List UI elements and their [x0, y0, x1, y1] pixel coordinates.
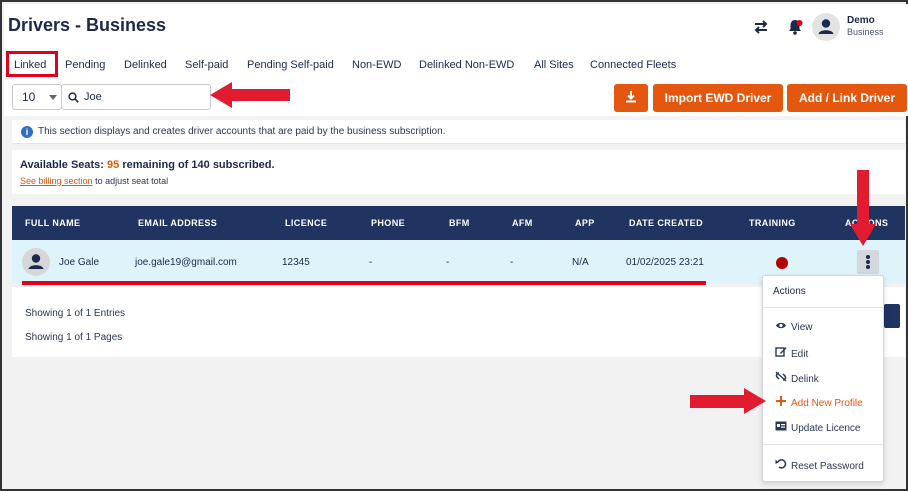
search-arrow-annotation-shaft: [232, 89, 290, 101]
add-profile-arrow-annotation-shaft: [690, 395, 746, 408]
actions-arrow-annotation-head: [850, 224, 876, 246]
actions-menu: Actions View Edit Delink Add New Profile: [762, 275, 884, 482]
menu-item-label: Edit: [791, 349, 809, 360]
import-ewd-driver-button[interactable]: Import EWD Driver: [653, 84, 783, 112]
menu-item-label: Delink: [791, 374, 819, 385]
search-icon: [68, 92, 79, 103]
plus-icon: [773, 396, 789, 409]
cell-app: N/A: [572, 257, 589, 268]
add-link-driver-button[interactable]: Add / Link Driver: [787, 84, 907, 112]
table-header: FULL NAME EMAIL ADDRESS LICENCE PHONE BF…: [12, 206, 905, 240]
training-status-dot: [776, 257, 788, 269]
unlink-icon: [773, 371, 789, 385]
tab-self-paid[interactable]: Self-paid: [185, 59, 228, 71]
cell-email: joe.gale19@gmail.com: [135, 257, 237, 268]
user-name: Demo: [847, 15, 875, 26]
column-app[interactable]: APP: [575, 218, 595, 228]
user-avatar-icon: [818, 19, 834, 34]
column-phone[interactable]: PHONE: [371, 218, 405, 228]
entries-summary: Showing 1 of 1 Entries: [25, 308, 126, 319]
info-banner: i This section displays and creates driv…: [12, 120, 905, 144]
bell-icon[interactable]: [786, 18, 804, 36]
info-icon: i: [21, 126, 33, 138]
menu-divider: [763, 444, 883, 445]
page-size-select[interactable]: 10: [12, 84, 62, 110]
caret-down-icon: [49, 95, 57, 100]
column-bfm[interactable]: BFM: [449, 218, 470, 228]
seats-panel: Available Seats: 95 remaining of 140 sub…: [12, 150, 905, 194]
column-full-name[interactable]: FULL NAME: [25, 218, 80, 228]
tab-linked[interactable]: Linked: [14, 59, 46, 71]
menu-item-edit[interactable]: Edit: [773, 346, 808, 360]
undo-icon: [773, 458, 789, 472]
column-afm[interactable]: AFM: [512, 218, 533, 228]
user-avatar-icon: [28, 254, 44, 269]
cell-full-name[interactable]: Joe Gale: [59, 257, 99, 268]
edit-icon: [773, 346, 789, 360]
billing-hint-text: to adjust seat total: [95, 176, 169, 186]
billing-hint: See billing section to adjust seat total: [20, 176, 168, 186]
menu-item-label: Reset Password: [791, 461, 864, 472]
tab-connected-fleets[interactable]: Connected Fleets: [590, 59, 676, 71]
eye-icon: [773, 321, 789, 333]
page-title: Drivers - Business: [8, 15, 167, 35]
menu-item-delink[interactable]: Delink: [773, 371, 819, 385]
cell-phone: -: [369, 257, 373, 268]
cell-date-created: 01/02/2025 23:21: [626, 257, 704, 268]
row-actions-button[interactable]: [857, 250, 879, 274]
menu-item-label: View: [791, 322, 813, 333]
kebab-dot: [866, 265, 870, 269]
actions-menu-title: Actions: [773, 286, 806, 297]
tab-non-ewd[interactable]: Non-EWD: [352, 59, 402, 71]
top-bar: Drivers - Business Demo Business: [4, 4, 908, 48]
kebab-dot: [866, 255, 870, 259]
billing-section-link[interactable]: See billing section: [20, 176, 93, 186]
column-training[interactable]: TRAINING: [749, 218, 796, 228]
actions-arrow-annotation-shaft: [857, 170, 869, 226]
tab-delinked-non-ewd[interactable]: Delinked Non-EWD: [419, 59, 514, 71]
pages-summary: Showing 1 of 1 Pages: [25, 332, 123, 343]
seats-remaining: 95: [107, 159, 120, 171]
menu-divider: [763, 307, 883, 308]
cell-licence: 12345: [282, 257, 310, 268]
tab-bar: Linked Pending Delinked Self-paid Pendin…: [4, 48, 908, 80]
seats-suffix: remaining of 140 subscribed.: [122, 159, 275, 171]
tab-all-sites[interactable]: All Sites: [534, 59, 574, 71]
download-button[interactable]: [614, 84, 648, 112]
column-date-created[interactable]: DATE CREATED: [629, 218, 703, 228]
cell-bfm: -: [446, 257, 450, 268]
tab-pending[interactable]: Pending: [65, 59, 105, 71]
search-input[interactable]: Joe: [61, 84, 211, 110]
search-value: Joe: [84, 91, 102, 103]
row-underline-annotation: [22, 281, 706, 285]
column-licence[interactable]: LICENCE: [285, 218, 327, 228]
id-card-icon: [773, 421, 789, 434]
add-profile-arrow-annotation-head: [744, 388, 766, 414]
download-icon: [626, 91, 636, 103]
menu-item-view[interactable]: View: [773, 321, 813, 333]
pagination-button[interactable]: [884, 304, 900, 328]
tab-pending-self-paid[interactable]: Pending Self-paid: [247, 59, 334, 71]
menu-item-label: Add New Profile: [791, 398, 863, 409]
menu-item-update-licence[interactable]: Update Licence: [773, 421, 861, 434]
user-avatar[interactable]: [812, 13, 840, 41]
menu-item-add-new-profile[interactable]: Add New Profile: [773, 396, 863, 409]
search-arrow-annotation-head: [210, 82, 232, 108]
tab-delinked[interactable]: Delinked: [124, 59, 167, 71]
user-organization: Business: [847, 27, 884, 37]
seats-prefix: Available Seats:: [20, 159, 104, 171]
switch-arrows-icon[interactable]: [752, 18, 770, 36]
app-frame: Drivers - Business Demo Business Linked …: [0, 0, 908, 491]
toolbar: 10 Joe Import EWD Driver Add / Link Driv…: [4, 80, 908, 116]
cell-afm: -: [510, 257, 514, 268]
page-size-value: 10: [22, 90, 36, 104]
available-seats-line: Available Seats: 95 remaining of 140 sub…: [20, 159, 275, 171]
menu-item-label: Update Licence: [791, 423, 861, 434]
column-email-address[interactable]: EMAIL ADDRESS: [138, 218, 217, 228]
driver-avatar: [22, 248, 50, 276]
info-text: This section displays and creates driver…: [38, 126, 446, 137]
kebab-dot: [866, 260, 870, 264]
menu-item-reset-password[interactable]: Reset Password: [773, 458, 864, 472]
